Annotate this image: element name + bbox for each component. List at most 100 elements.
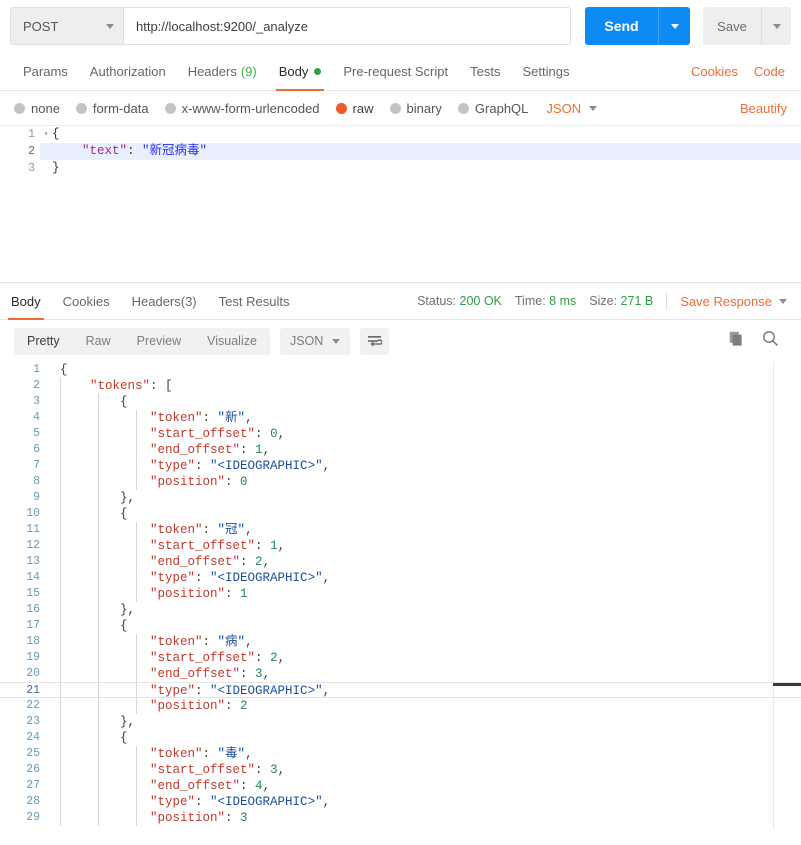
size-label: Size: — [589, 294, 618, 308]
response-code-line[interactable]: 19 "start_offset": 2, — [0, 650, 801, 666]
response-code-line[interactable]: 20 "end_offset": 3, — [0, 666, 801, 682]
indent-guide — [136, 746, 137, 762]
line-number: 8 — [33, 475, 40, 488]
response-code-line[interactable]: 13 "end_offset": 2, — [0, 554, 801, 570]
response-code-line[interactable]: 27 "end_offset": 4, — [0, 778, 801, 794]
response-tab-headers[interactable]: Headers (3) — [121, 282, 208, 320]
response-code-line[interactable]: 18 "token": "病", — [0, 634, 801, 650]
line-number: 3 — [0, 160, 40, 177]
response-tab-cookies[interactable]: Cookies — [52, 282, 121, 320]
cookies-link[interactable]: Cookies — [691, 64, 738, 79]
view-mode-visualize[interactable]: Visualize — [194, 328, 270, 355]
request-url-input[interactable] — [123, 7, 571, 45]
radio-icon — [335, 102, 347, 114]
response-code-line[interactable]: 21 "type": "<IDEOGRAPHIC>", — [0, 682, 801, 698]
response-code-line[interactable]: 26 "start_offset": 3, — [0, 762, 801, 778]
response-code-line[interactable]: 15 "position": 1 — [0, 586, 801, 602]
response-code-line[interactable]: 11 "token": "冠", — [0, 522, 801, 538]
line-number: 12 — [26, 539, 40, 552]
indent-guide — [136, 683, 137, 697]
body-format-select[interactable]: JSON — [546, 100, 598, 116]
response-code-line[interactable]: 29 "position": 3 — [0, 810, 801, 826]
code-link[interactable]: Code — [754, 64, 785, 79]
request-tab-headers[interactable]: Headers (9) — [177, 52, 268, 91]
response-code-line[interactable]: 8 "position": 0 — [0, 474, 801, 490]
save-options-button[interactable] — [761, 7, 791, 45]
response-code-line[interactable]: 16 }, — [0, 602, 801, 618]
request-tab-authorization[interactable]: Authorization — [79, 52, 177, 91]
chevron-down-icon — [779, 298, 787, 304]
indent-guide — [60, 762, 61, 778]
response-code-line[interactable]: 10 { — [0, 506, 801, 522]
request-tab-body[interactable]: Body — [268, 52, 333, 91]
response-code-line[interactable]: 12 "start_offset": 1, — [0, 538, 801, 554]
code-content: "text": "新冠病毒" — [82, 144, 208, 158]
fold-arrow-icon[interactable]: ▾ — [40, 126, 52, 143]
response-code-line[interactable]: 25 "token": "毒", — [0, 746, 801, 762]
body-type-graphql[interactable]: GraphQL — [457, 101, 528, 116]
response-tab-body[interactable]: Body — [0, 282, 52, 320]
response-code-line[interactable]: 14 "type": "<IDEOGRAPHIC>", — [0, 570, 801, 586]
response-code-line[interactable]: 9 }, — [0, 490, 801, 506]
response-code-line[interactable]: 7 "type": "<IDEOGRAPHIC>", — [0, 458, 801, 474]
response-code-line[interactable]: 4 "token": "新", — [0, 410, 801, 426]
response-format-select[interactable]: JSON — [279, 327, 351, 355]
response-code-line[interactable]: 24 { — [0, 730, 801, 746]
request-tab-params[interactable]: Params — [12, 52, 79, 91]
response-code-line[interactable]: 5 "start_offset": 0, — [0, 426, 801, 442]
body-type-form-data[interactable]: form-data — [75, 101, 149, 116]
view-mode-raw[interactable]: Raw — [73, 328, 124, 355]
body-type-none[interactable]: none — [14, 101, 60, 116]
line-number: 4 — [33, 411, 40, 424]
indent-guide — [60, 506, 61, 522]
line-number: 22 — [26, 699, 40, 712]
response-code-line[interactable]: 6 "end_offset": 1, — [0, 442, 801, 458]
search-button[interactable] — [762, 330, 779, 352]
response-code-line[interactable]: 2 "tokens": [ — [0, 378, 801, 394]
request-code-line[interactable]: 1 ▾{ — [0, 126, 801, 143]
request-body-editor[interactable]: 1 ▾{2 "text": "新冠病毒" 3} — [0, 126, 801, 282]
response-code-line[interactable]: 1{ — [0, 362, 801, 378]
code-content: "start_offset": 2, — [48, 650, 285, 666]
view-mode-preview[interactable]: Preview — [124, 328, 194, 355]
request-code-line[interactable]: 2 "text": "新冠病毒" — [0, 143, 801, 160]
response-tab-test-results[interactable]: Test Results — [208, 282, 301, 320]
beautify-button[interactable]: Beautify — [740, 101, 787, 116]
http-method-select[interactable]: POST — [10, 7, 123, 45]
code-content: "token": "新", — [48, 410, 253, 426]
wrap-lines-button[interactable] — [360, 327, 390, 355]
save-button[interactable]: Save — [703, 7, 761, 45]
line-number: 2 — [33, 379, 40, 392]
body-type-x-www-form-urlencoded[interactable]: x-www-form-urlencoded — [164, 101, 320, 116]
view-mode-pretty[interactable]: Pretty — [14, 328, 73, 355]
send-options-button[interactable] — [658, 7, 690, 45]
request-tab-tests[interactable]: Tests — [459, 52, 511, 91]
save-response-button[interactable]: Save Response — [680, 294, 787, 309]
body-type-raw[interactable]: raw — [335, 101, 374, 116]
indent-guide — [60, 683, 61, 697]
code-content: "type": "<IDEOGRAPHIC>", — [48, 570, 330, 586]
response-code-line[interactable]: 17 { — [0, 618, 801, 634]
line-number: 7 — [33, 459, 40, 472]
indent-guide — [136, 474, 137, 490]
radio-icon — [457, 102, 469, 114]
body-type-binary[interactable]: binary — [389, 101, 442, 116]
code-content: "end_offset": 1, — [48, 442, 270, 458]
response-body-viewer[interactable]: 1{2 "tokens": [3 {4 "token": "新", 5 "star… — [0, 362, 801, 829]
copy-button[interactable] — [729, 331, 744, 352]
response-code-line[interactable]: 23 }, — [0, 714, 801, 730]
request-tab-pre-request-script[interactable]: Pre-request Script — [332, 52, 459, 91]
radio-icon — [75, 102, 87, 114]
wrap-lines-icon — [368, 335, 383, 346]
request-tabs-right: Cookies Code — [691, 64, 789, 79]
response-code-line[interactable]: 22 "position": 2 — [0, 698, 801, 714]
send-button[interactable]: Send — [585, 7, 658, 45]
response-code-line[interactable]: 28 "type": "<IDEOGRAPHIC>", — [0, 794, 801, 810]
tab-label: Params — [23, 63, 68, 79]
indent-guide — [98, 554, 99, 570]
response-code-line[interactable]: 3 { — [0, 394, 801, 410]
request-tab-settings[interactable]: Settings — [511, 52, 580, 91]
divider — [666, 292, 668, 310]
request-code-line[interactable]: 3} — [0, 160, 801, 177]
body-format-label: JSON — [546, 100, 582, 116]
